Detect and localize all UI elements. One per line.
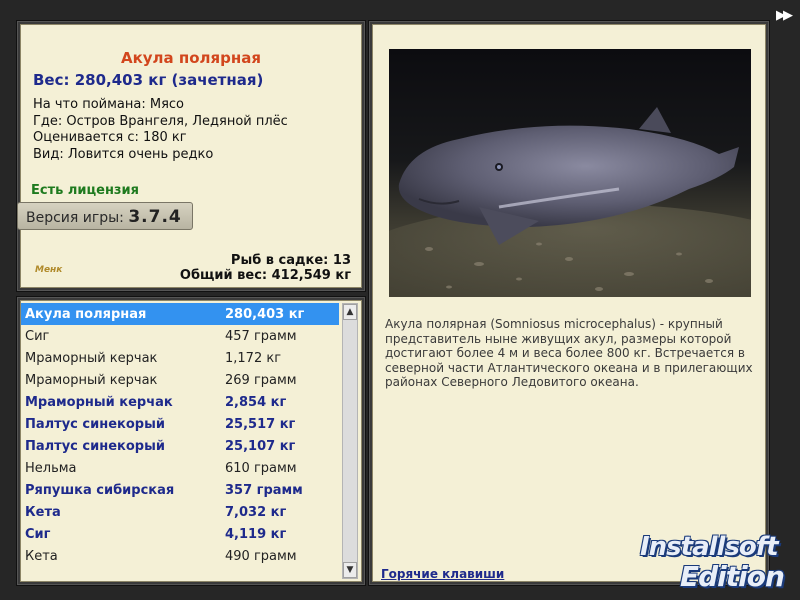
rarity-line: Вид: Ловится очень редко (33, 146, 214, 162)
catch-row-name: Палтус синекорый (25, 416, 165, 432)
catch-row[interactable]: Мраморный керчак 269 грамм (21, 369, 339, 391)
next-arrow-icon[interactable]: ▶▶ (776, 8, 793, 23)
catch-list-scrollbar[interactable]: ▲ ▼ (342, 303, 358, 579)
catch-row-name: Сиг (25, 328, 50, 344)
catch-row-name: Мраморный керчак (25, 394, 173, 410)
catch-row-weight: 2,854 кг (225, 394, 287, 410)
total-weight: Общий вес: 412,549 кг (179, 268, 351, 283)
watermark: Installsoft Edition (640, 520, 800, 600)
location-line: Где: Остров Врангеля, Ледяной плёс (33, 113, 288, 129)
watermark-line1: Installsoft (640, 532, 779, 562)
catch-row[interactable]: Палтус синекорый 25,107 кг (21, 435, 339, 457)
catch-row[interactable]: Ряпушка сибирская 357 грамм (21, 479, 339, 501)
fish-photo (389, 49, 751, 297)
cage-stats: Рыб в садке: 13 Общий вес: 412,549 кг (180, 253, 351, 283)
catch-row[interactable]: Мраморный керчак 1,172 кг (21, 347, 339, 369)
logo-small: Менк (35, 265, 63, 275)
fish-title: Акула полярная (120, 49, 262, 67)
fish-info-panel: Акула полярная Вес: 280,403 кг (зачетная… (17, 24, 362, 288)
version-badge: Версия игры: 3.7.4 (17, 202, 193, 230)
catch-row-weight: 1,172 кг (225, 350, 282, 366)
min-weight-line: Оценивается с: 180 кг (33, 130, 187, 145)
catch-row[interactable]: Акула полярная 280,403 кг (21, 303, 339, 325)
scroll-up-icon[interactable]: ▲ (343, 304, 357, 320)
catch-row-weight: 610 грамм (225, 460, 297, 476)
catch-row-weight: 357 грамм (225, 482, 303, 498)
catch-row[interactable]: Палтус синекорый 25,517 кг (21, 413, 339, 435)
scroll-down-icon[interactable]: ▼ (343, 562, 357, 578)
catch-row-weight: 457 грамм (225, 328, 297, 344)
catch-row-name: Кета (25, 504, 61, 520)
catch-row-weight: 7,032 кг (225, 504, 287, 520)
cage-count: Рыб в садке: 13 (230, 253, 351, 268)
fish-description: Акула полярная (Somniosus microcephalus)… (385, 317, 753, 389)
catch-row-weight: 25,517 кг (225, 416, 296, 432)
hotkeys-link[interactable]: Горячие клавиши (381, 567, 504, 581)
bait-line: На что поймана: Мясо (33, 97, 185, 112)
catch-row-weight: 4,119 кг (225, 526, 287, 542)
catch-row[interactable]: Сиг 4,119 кг (21, 523, 339, 545)
fish-description-panel: Акула полярная (Somniosus microcephalus)… (372, 24, 766, 582)
catch-row-name: Сиг (25, 526, 51, 542)
catch-row-name: Палтус синекорый (25, 438, 165, 454)
catch-row-name: Акула полярная (25, 306, 147, 322)
catch-row[interactable]: Мраморный керчак 2,854 кг (21, 391, 339, 413)
catch-row[interactable]: Кета 7,032 кг (21, 501, 339, 523)
catch-list: Акула полярная 280,403 кг Сиг 457 грамм Мрам… (21, 303, 339, 567)
catch-row[interactable]: Кета 490 грамм (21, 545, 339, 567)
catch-row-name: Кета (25, 548, 58, 564)
catch-row[interactable]: Нельма 610 грамм (21, 457, 339, 479)
catch-row-name: Нельма (25, 460, 77, 476)
watermark-line2: Edition (680, 560, 785, 593)
catch-row-name: Мраморный керчак (25, 350, 158, 366)
catch-row-weight: 269 грамм (225, 372, 297, 388)
catch-row[interactable]: Сиг 457 грамм (21, 325, 339, 347)
catch-row-weight: 25,107 кг (225, 438, 296, 454)
fish-weight: Вес: 280,403 кг (зачетная) (33, 71, 264, 89)
version-label: Версия игры: (26, 210, 124, 226)
catch-row-weight: 490 грамм (225, 548, 297, 564)
fish-details: На что поймана: Мясо Где: Остров Врангел… (33, 97, 288, 163)
catch-list-panel: Акула полярная 280,403 кг Сиг 457 грамм Мрам… (20, 300, 362, 582)
version-number: 3.7.4 (128, 207, 182, 227)
catch-row-weight: 280,403 кг (225, 306, 305, 322)
catch-row-name: Ряпушка сибирская (25, 482, 175, 498)
catch-row-name: Мраморный керчак (25, 372, 158, 388)
shark-illustration (389, 107, 751, 297)
license-status: Есть лицензия (31, 183, 139, 198)
